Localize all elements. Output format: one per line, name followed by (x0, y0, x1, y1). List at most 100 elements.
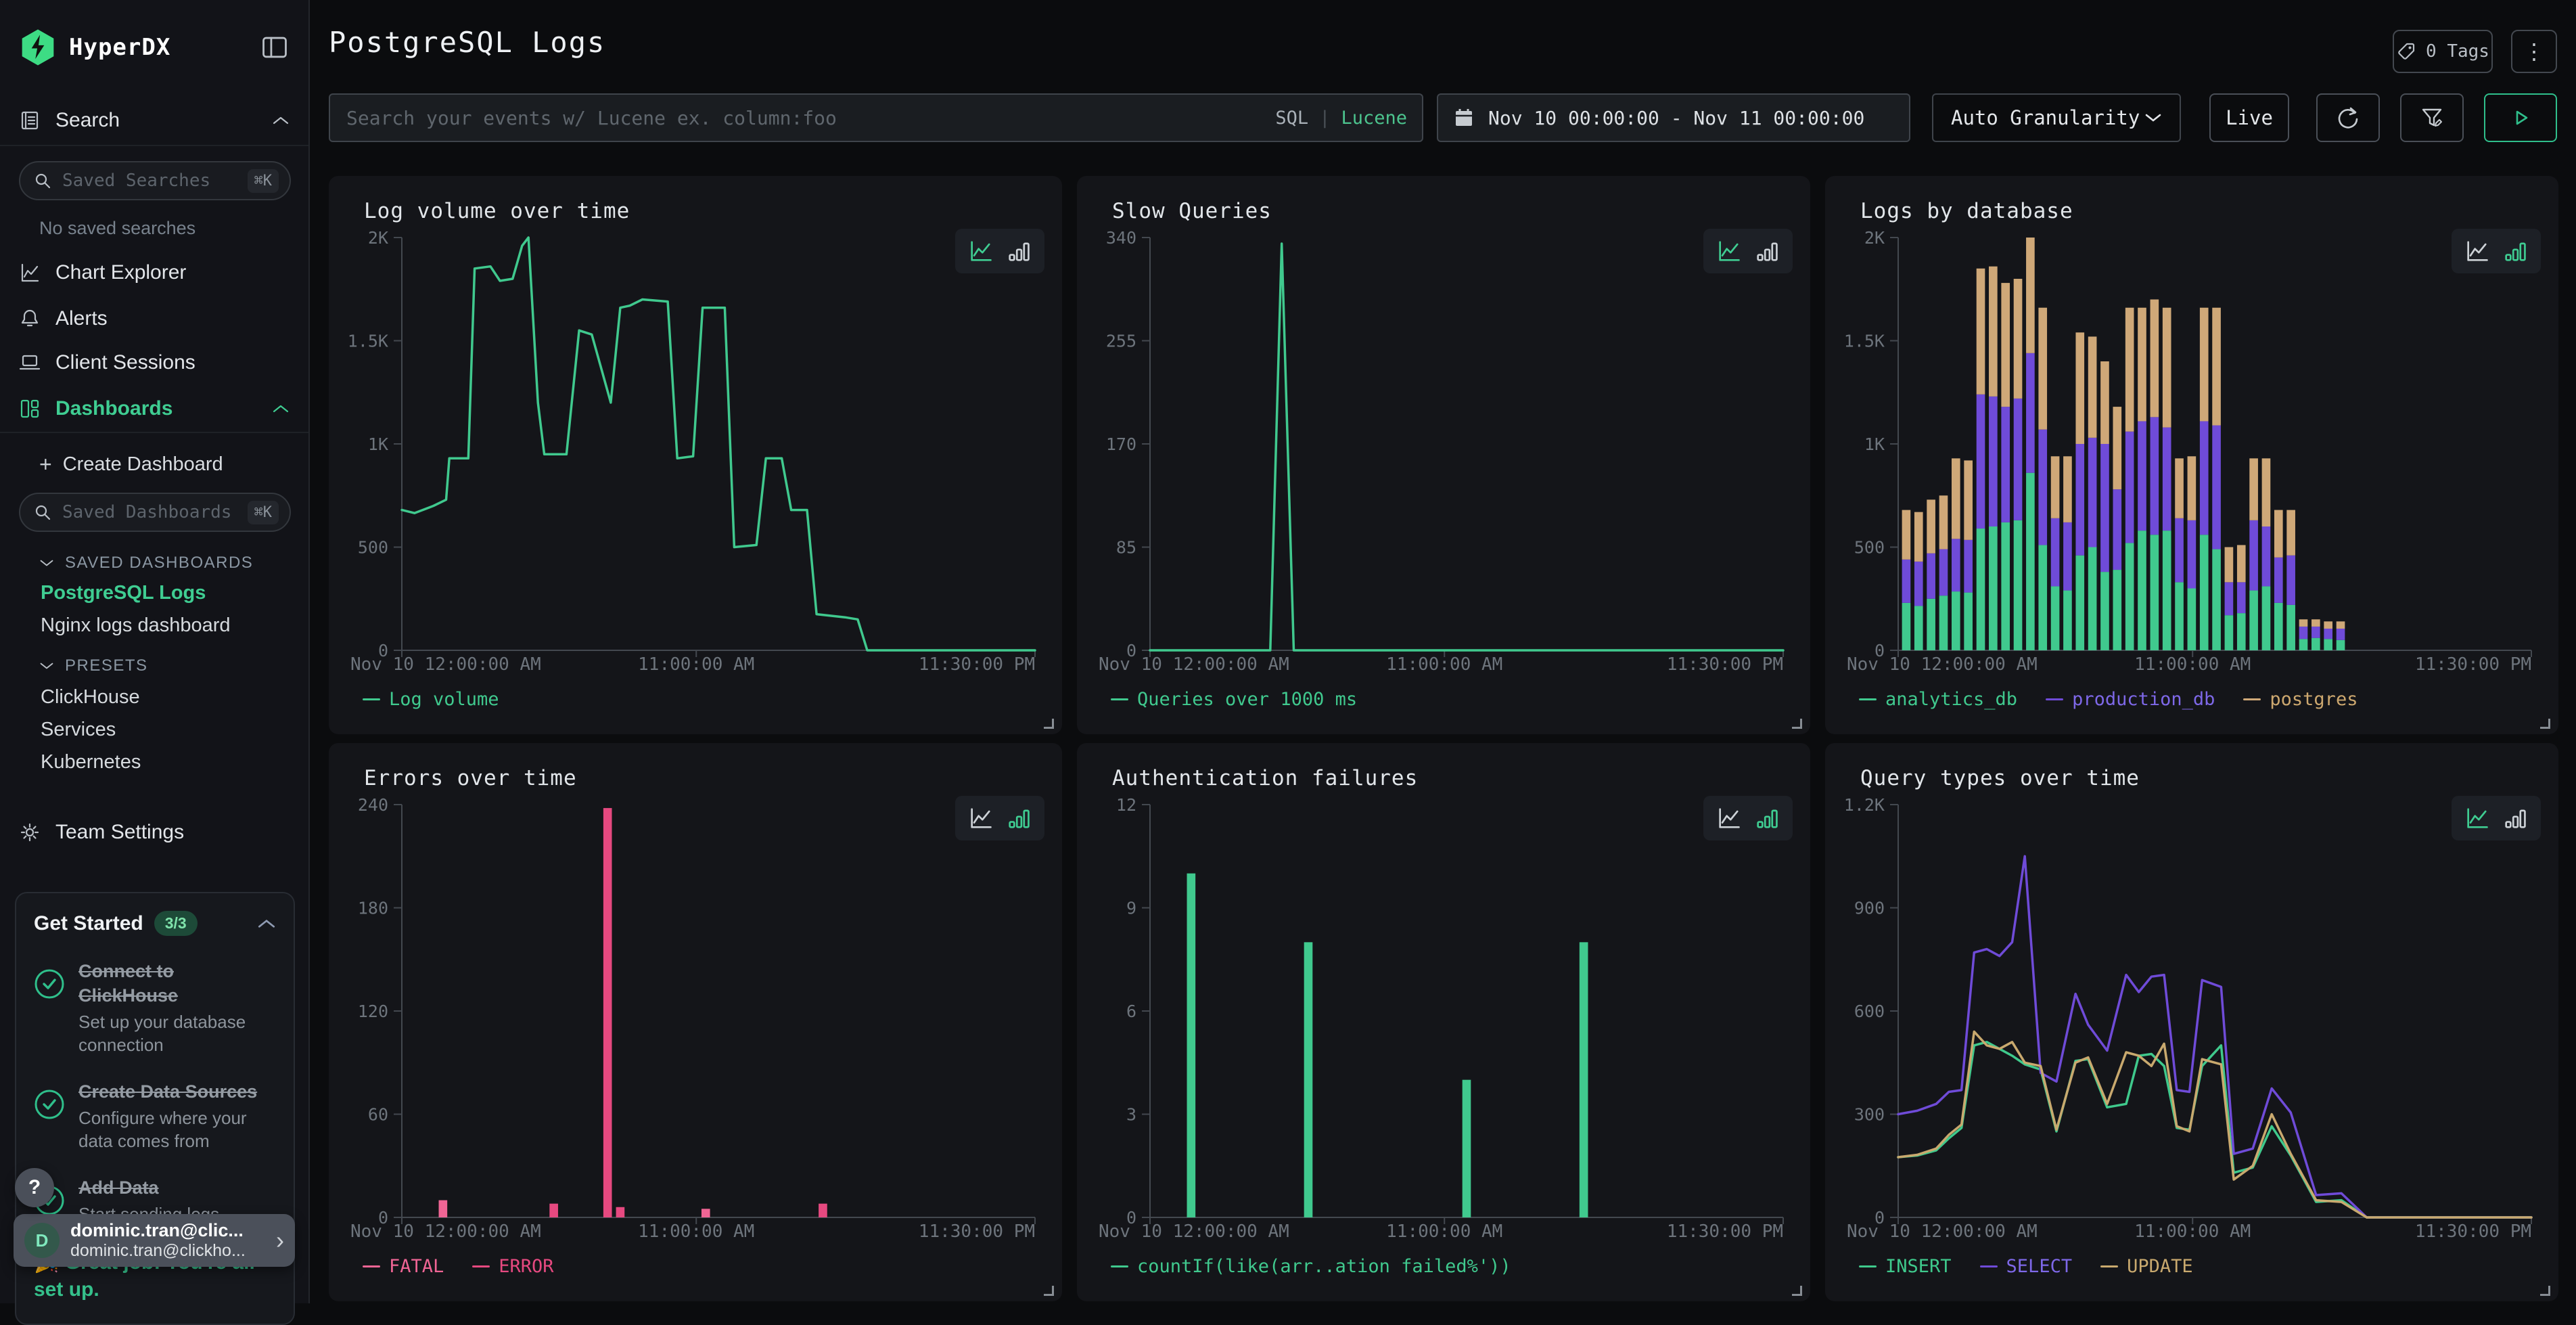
sidebar-item-search[interactable]: Search (0, 102, 308, 139)
dashboards-icon (19, 398, 41, 420)
stacked-bar-segment (2001, 283, 2010, 407)
section-label: SAVED DASHBOARDS (65, 554, 253, 572)
legend-swatch (1111, 698, 1128, 700)
resize-handle[interactable] (1044, 719, 1054, 729)
dashboard-link-postgresql-logs[interactable]: PostgreSQL Logs (41, 582, 206, 604)
legend-item[interactable]: ERROR (472, 1256, 553, 1277)
preset-link-kubernetes[interactable]: Kubernetes (41, 751, 141, 773)
time-range-picker[interactable]: Nov 10 00:00:00 - Nov 11 00:00:00 (1437, 93, 1910, 142)
stacked-bar-segment (2200, 421, 2209, 535)
stacked-bar-segment (1902, 603, 1911, 650)
saved-dashboards-field[interactable] (61, 501, 238, 523)
stacked-bar-segment (2324, 621, 2332, 629)
x-tick-label: 11:30:00 PM (919, 654, 1035, 675)
stacked-bar-segment (2262, 586, 2271, 650)
preset-link-services[interactable]: Services (41, 719, 116, 741)
granularity-select[interactable]: Auto Granularity (1932, 93, 2181, 142)
y-tick-label: 1.5K (349, 332, 388, 351)
panel-title: Query types over time (1860, 766, 2140, 790)
stacked-bar-segment (2113, 489, 2121, 570)
stacked-bar-segment (2150, 300, 2159, 418)
resize-handle[interactable] (2540, 719, 2550, 729)
resize-handle[interactable] (1792, 1286, 1802, 1296)
stacked-bar-segment (2075, 444, 2084, 556)
sql-toggle[interactable]: SQL (1275, 108, 1308, 129)
stacked-bar-segment (2225, 615, 2234, 650)
saved-searches-input[interactable]: ⌘K (19, 161, 291, 200)
get-started-step-connect[interactable]: Connect to ClickHouse Set up your databa… (34, 959, 276, 1056)
sidebar-collapse-icon[interactable] (257, 30, 292, 65)
legend-item[interactable]: FATAL (363, 1256, 444, 1277)
step-title: Add Data (78, 1175, 276, 1200)
step-title: Create Data Sources (78, 1079, 276, 1104)
saved-dashboards-input[interactable]: ⌘K (19, 493, 291, 532)
y-tick-label: 600 (1854, 1002, 1885, 1021)
legend-item[interactable]: Log volume (363, 689, 499, 710)
preset-link-clickhouse[interactable]: ClickHouse (41, 686, 140, 709)
create-dashboard-button[interactable]: + Create Dashboard (39, 452, 223, 477)
legend-item[interactable]: production_db (2046, 689, 2215, 710)
legend-item[interactable]: analytics_db (1859, 689, 2017, 710)
more-options-button[interactable]: ⋮ (2511, 30, 2557, 73)
saved-searches-field[interactable] (61, 170, 238, 192)
dashboard-link-nginx[interactable]: Nginx logs dashboard (41, 614, 231, 637)
chart-explorer-icon (19, 262, 41, 284)
sidebar-item-team-settings[interactable]: Team Settings (0, 813, 308, 851)
gear-icon (19, 822, 41, 843)
event-search-input[interactable] (330, 95, 1422, 141)
live-button[interactable]: Live (2209, 93, 2289, 142)
stacked-bar-segment (2063, 591, 2072, 650)
stacked-bar-segment (2088, 336, 2097, 437)
chevron-up-icon[interactable] (257, 918, 276, 930)
panel-title: Logs by database (1860, 199, 2073, 223)
bell-icon (19, 308, 41, 330)
stacked-bar-segment (2113, 570, 2121, 650)
stacked-bar-segment (1964, 460, 1973, 539)
chevron-right-icon: › (276, 1226, 284, 1255)
presets-section[interactable]: PRESETS (39, 656, 148, 675)
stacked-bar-segment (2100, 361, 2109, 444)
legend-item[interactable]: SELECT (1980, 1256, 2073, 1277)
legend-item[interactable]: INSERT (1859, 1256, 1952, 1277)
stacked-bar-segment (2212, 549, 2221, 650)
stacked-bar-segment (2014, 399, 2023, 520)
x-tick-label: Nov 10 12:00:00 AM (1847, 1221, 2038, 1242)
stacked-bar-segment (2088, 438, 2097, 547)
page-title: PostgreSQL Logs (329, 26, 605, 59)
stacked-bar-segment (2312, 619, 2320, 627)
sidebar-item-client-sessions[interactable]: Client Sessions (0, 344, 308, 382)
check-circle-icon (34, 968, 65, 1000)
stacked-bar-segment (1952, 458, 1960, 539)
resize-handle[interactable] (1792, 719, 1802, 729)
run-query-button[interactable] (2484, 93, 2557, 142)
lucene-toggle[interactable]: Lucene (1341, 108, 1407, 129)
sidebar-item-dashboards[interactable]: Dashboards (0, 390, 308, 428)
stacked-bar-segment (1989, 267, 1998, 397)
legend-item[interactable]: UPDATE (2100, 1256, 2193, 1277)
legend-item[interactable]: postgres (2243, 689, 2358, 710)
chevron-down-icon (2144, 112, 2162, 123)
stacked-bar-segment (2138, 531, 2146, 650)
stacked-bar-segment (2150, 417, 2159, 535)
x-tick-label: Nov 10 12:00:00 AM (1847, 654, 2038, 675)
sidebar-item-alerts[interactable]: Alerts (0, 300, 308, 338)
tags-button[interactable]: 0 Tags (2393, 30, 2493, 73)
stacked-bar-segment (2051, 456, 2060, 518)
legend-item[interactable]: Queries over 1000 ms (1111, 689, 1357, 710)
saved-dashboards-section[interactable]: SAVED DASHBOARDS (39, 554, 253, 572)
stacked-bar-segment (1902, 560, 1911, 603)
get-started-step-sources[interactable]: Create Data Sources Configure where your… (34, 1079, 276, 1152)
stacked-bar-segment (2038, 308, 2047, 430)
user-menu[interactable]: D dominic.tran@clic... dominic.tran@clic… (14, 1214, 295, 1267)
stacked-bar-segment (1914, 562, 1923, 606)
stacked-bar-segment (1977, 269, 1985, 395)
filter-button[interactable] (2400, 93, 2464, 142)
resize-handle[interactable] (1044, 1286, 1054, 1296)
help-button[interactable]: ? (15, 1168, 54, 1207)
refresh-button[interactable] (2316, 93, 2380, 142)
sidebar-item-chart-explorer[interactable]: Chart Explorer (0, 254, 308, 292)
legend-item[interactable]: countIf(like(arr..ation failed%')) (1111, 1256, 1511, 1277)
chart-plot: 05001K1.5K2KNov 10 12:00:00 AM11:00:00 A… (349, 230, 1042, 677)
y-tick-label: 170 (1106, 434, 1136, 454)
resize-handle[interactable] (2540, 1286, 2550, 1296)
